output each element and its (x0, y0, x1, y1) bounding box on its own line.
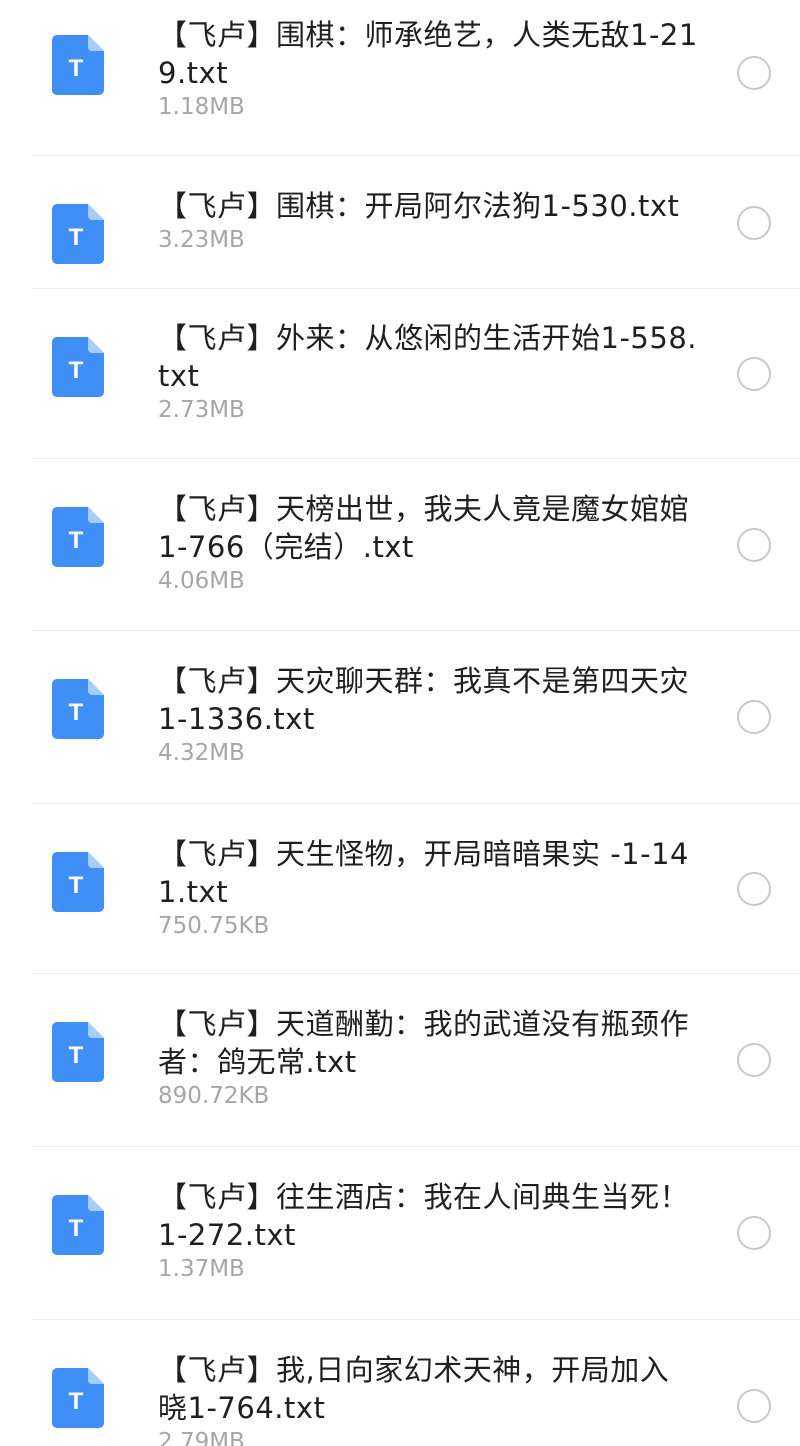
select-radio[interactable] (737, 700, 771, 734)
file-name: 【飞卢】往生酒店：我在人间典生当死！1-272.txt (158, 1180, 690, 1252)
file-size: 3.23MB (158, 227, 245, 253)
file-size: 1.18MB (158, 94, 245, 120)
select-radio[interactable] (737, 1043, 771, 1077)
file-name: 【飞卢】天灾聊天群：我真不是第四天灾1-1336.txt (158, 664, 690, 736)
list-item[interactable]: T 【飞卢】天灾聊天群：我真不是第四天灾1-1336.txt 4.32MB (0, 631, 800, 804)
file-size: 1.37MB (158, 1256, 245, 1282)
svg-text:T: T (69, 699, 84, 726)
svg-text:T: T (69, 224, 84, 251)
txt-file-icon: T (52, 1195, 104, 1255)
txt-file-icon: T (52, 507, 104, 567)
select-radio[interactable] (737, 872, 771, 906)
txt-file-icon: T (52, 35, 104, 95)
select-radio[interactable] (737, 56, 771, 90)
list-item[interactable]: T 【飞卢】天生怪物，开局暗暗果实 -1-141.txt 750.75KB (0, 804, 800, 974)
file-size: 890.72KB (158, 1083, 270, 1109)
select-radio[interactable] (737, 1216, 771, 1250)
svg-text:T: T (69, 357, 84, 384)
list-item[interactable]: T 【飞卢】围棋：开局阿尔法狗1-530.txt 3.23MB (0, 156, 800, 289)
list-item[interactable]: T 【飞卢】往生酒店：我在人间典生当死！1-272.txt 1.37MB (0, 1147, 800, 1320)
file-name: 【飞卢】外来：从悠闲的生活开始1-558.txt (158, 321, 697, 393)
svg-text:T: T (69, 872, 84, 899)
svg-text:T: T (69, 1215, 84, 1242)
select-radio[interactable] (737, 357, 771, 391)
svg-text:T: T (69, 1388, 84, 1415)
select-radio[interactable] (737, 206, 771, 240)
file-name: 【飞卢】天榜出世，我夫人竟是魔女婠婠1-766（完结）.txt (158, 492, 690, 564)
txt-file-icon: T (52, 852, 104, 912)
file-name: 【飞卢】天生怪物，开局暗暗果实 -1-141.txt (158, 837, 689, 909)
txt-file-icon: T (52, 204, 104, 264)
select-radio[interactable] (737, 528, 771, 562)
list-item[interactable]: T 【飞卢】围棋：师承绝艺，人类无敌1-219.txt 1.18MB (0, 0, 800, 156)
svg-text:T: T (69, 1042, 84, 1069)
file-name: 【飞卢】我,日向家幻术天神，开局加入晓1-764.txt (158, 1353, 670, 1425)
txt-file-icon: T (52, 337, 104, 397)
file-size: 2.79MB (158, 1429, 245, 1446)
file-size: 2.73MB (158, 397, 245, 423)
file-size: 4.06MB (158, 568, 245, 594)
file-name: 【飞卢】天道酬勤：我的武道没有瓶颈作者：鸽无常.txt (158, 1007, 690, 1079)
txt-file-icon: T (52, 1022, 104, 1082)
svg-text:T: T (69, 55, 84, 82)
file-size: 4.32MB (158, 740, 245, 766)
list-item[interactable]: T 【飞卢】外来：从悠闲的生活开始1-558.txt 2.73MB (0, 289, 800, 459)
list-item[interactable]: T 【飞卢】天道酬勤：我的武道没有瓶颈作者：鸽无常.txt 890.72KB (0, 974, 800, 1147)
select-radio[interactable] (737, 1389, 771, 1423)
list-item[interactable]: T 【飞卢】天榜出世，我夫人竟是魔女婠婠1-766（完结）.txt 4.06MB (0, 459, 800, 631)
svg-text:T: T (69, 527, 84, 554)
txt-file-icon: T (52, 679, 104, 739)
file-name: 【飞卢】围棋：师承绝艺，人类无敌1-219.txt (158, 18, 698, 90)
file-size: 750.75KB (158, 913, 270, 939)
file-name: 【飞卢】围棋：开局阿尔法狗1-530.txt (158, 189, 680, 223)
txt-file-icon: T (52, 1368, 104, 1428)
list-item[interactable]: T 【飞卢】我,日向家幻术天神，开局加入晓1-764.txt 2.79MB (0, 1320, 800, 1446)
